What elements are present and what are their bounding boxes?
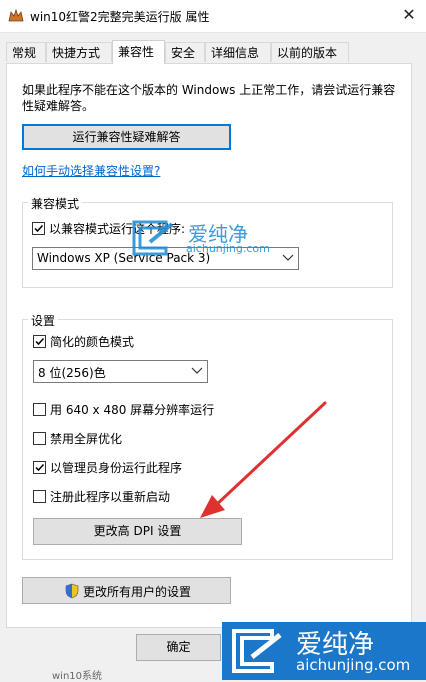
tab-compatibility[interactable]: 兼容性 xyxy=(112,40,165,64)
watermark-logo-icon xyxy=(232,629,282,673)
watermark-badge: 爱纯净 aichunjing.com xyxy=(222,622,426,680)
annotation-arrow xyxy=(200,401,327,518)
watermark-url: aichunjing.com xyxy=(186,242,270,255)
watermark-overlay: 爱纯净 aichunjing.com xyxy=(128,218,288,258)
watermark-logo-icon xyxy=(132,220,174,256)
watermark-url: aichunjing.com xyxy=(296,656,411,674)
